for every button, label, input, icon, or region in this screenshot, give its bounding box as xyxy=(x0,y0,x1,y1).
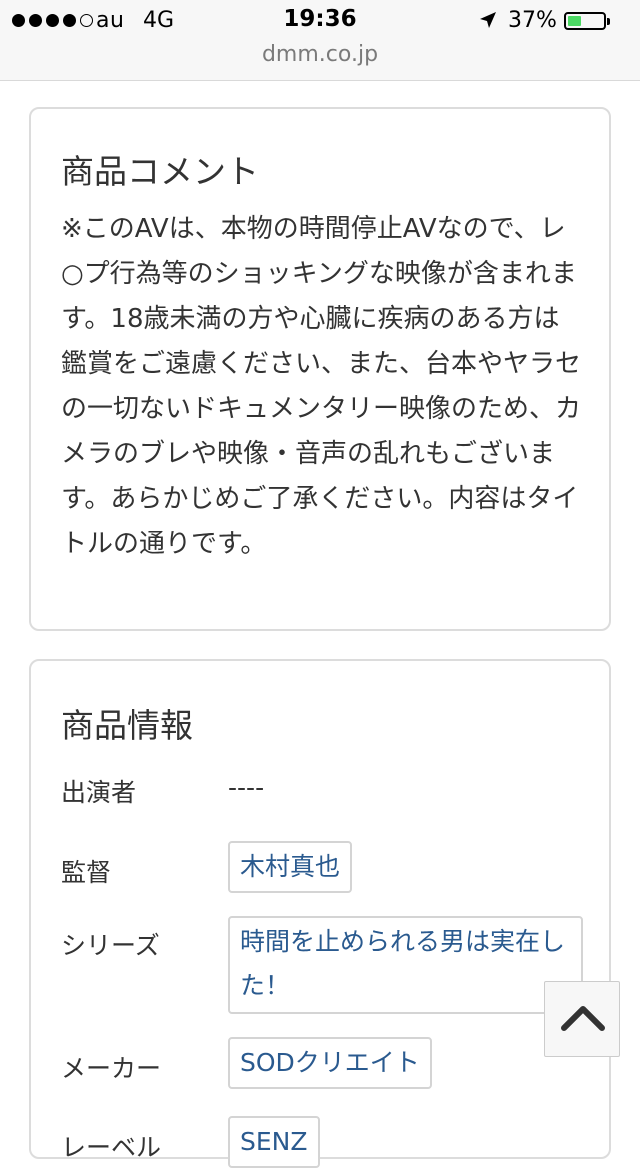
battery-percentage: 37% xyxy=(508,8,557,33)
performer-value: ---- xyxy=(228,773,265,802)
battery-tip xyxy=(607,18,610,25)
product-info-card: 商品情報 出演者 ---- 監督 木村真也 シリーズ 時間を止められる男は実在し… xyxy=(29,659,611,1168)
product-comment-title: 商品コメント xyxy=(61,152,259,191)
product-comment-text: ※このAVは、本物の時間停止AVなので、レ○プ行為等のショッキングな映像が含まれ… xyxy=(61,214,582,559)
scroll-to-top-button[interactable] xyxy=(544,981,620,1057)
maker-link[interactable]: SODクリエイト xyxy=(228,1037,432,1089)
director-link[interactable]: 木村真也 xyxy=(228,841,353,893)
address-bar-url[interactable]: dmm.co.jp xyxy=(0,42,640,67)
product-info-title: 商品情報 xyxy=(61,706,193,745)
series-label: シリーズ xyxy=(61,931,160,960)
battery-icon xyxy=(564,12,606,30)
location-arrow-icon xyxy=(480,12,496,28)
label-link[interactable]: SENZ xyxy=(228,1116,320,1168)
battery-level-fill xyxy=(568,16,581,26)
series-link[interactable]: 時間を止められる男は実在した！ xyxy=(228,916,583,1014)
maker-label: メーカー xyxy=(61,1054,162,1083)
status-bar: au 4G 19:36 37% dmm.co.jp xyxy=(0,0,640,81)
performer-label: 出演者 xyxy=(61,778,137,807)
product-comment-card: 商品コメント ※このAVは、本物の時間停止AVなので、レ○プ行為等のショッキング… xyxy=(29,107,611,631)
label-label: レーベル xyxy=(61,1133,162,1162)
director-label: 監督 xyxy=(61,858,112,887)
chevron-up-icon xyxy=(561,1006,605,1031)
